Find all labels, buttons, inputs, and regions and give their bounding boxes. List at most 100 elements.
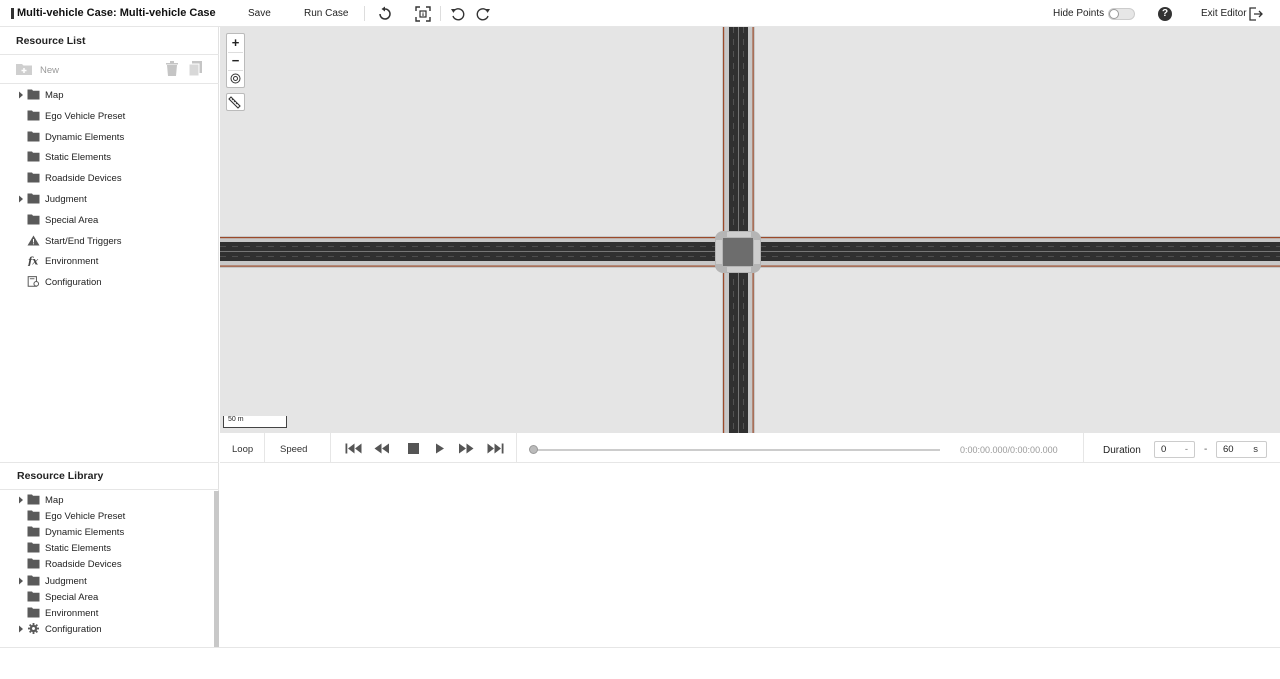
duration-end-input[interactable]: 60 s: [1216, 441, 1267, 458]
folder-icon: [27, 110, 40, 121]
save-button[interactable]: Save: [248, 8, 271, 19]
tree-item-special-area[interactable]: Special Area: [17, 212, 200, 230]
exit-editor-button[interactable]: Exit Editor: [1201, 8, 1247, 19]
copy-icon[interactable]: [189, 61, 202, 76]
reset-view-icon[interactable]: [376, 5, 394, 23]
tree-item-label: Roadside Devices: [45, 173, 122, 185]
tree-item-label: Configuration: [45, 277, 102, 289]
tree-item-label: Environment: [45, 607, 99, 619]
svg-text:fx: fx: [27, 257, 39, 267]
folder-icon: [27, 89, 40, 100]
left-panel: Resource List New Map Ego Vehicle Preset D…: [0, 27, 219, 647]
folder-icon: [27, 131, 40, 142]
case-title: Multi-vehicle Case: Multi-vehicle Case: [17, 7, 216, 19]
hide-points-toggle[interactable]: [1108, 8, 1135, 20]
divider: [330, 433, 331, 463]
divider: [0, 462, 219, 463]
timecode: 0:00:00.000/0:00:00.000: [960, 445, 1058, 455]
fast-forward-icon[interactable]: [458, 442, 475, 455]
tree-item-label: Judgment: [45, 194, 87, 205]
tree-item-ego-vehicle-preset[interactable]: Ego Vehicle Preset: [17, 108, 200, 126]
loop-button[interactable]: Loop: [232, 444, 253, 455]
tree-item-label: Ego Vehicle Preset: [45, 110, 126, 122]
folder-icon: [27, 526, 40, 537]
range-dash: -: [1204, 444, 1208, 455]
tree-item-dynamic-elements[interactable]: Dynamic Elements: [17, 129, 200, 147]
exit-icon[interactable]: [1247, 5, 1265, 23]
redo-icon[interactable]: [474, 5, 492, 23]
top-bar: Multi-vehicle Case: Multi-vehicle Case S…: [0, 0, 1280, 27]
tree-item-judgment[interactable]: Judgment: [17, 191, 200, 209]
divider: [0, 489, 219, 490]
road-network: [220, 27, 1280, 433]
map-scale-bar: 50 m: [223, 416, 287, 428]
measure-tool[interactable]: [226, 93, 245, 111]
tree-item-configuration[interactable]: Configuration: [17, 274, 200, 292]
tree-item-label: Static Elements: [45, 152, 111, 164]
rewind-icon[interactable]: [373, 442, 390, 455]
folder-icon: [27, 591, 40, 602]
start-stepper-dash[interactable]: -: [1185, 444, 1188, 455]
speed-button[interactable]: Speed: [280, 444, 307, 455]
delete-icon[interactable]: [166, 61, 178, 76]
tree-item-configuration[interactable]: Configuration: [17, 621, 200, 639]
folder-icon: [27, 172, 40, 183]
duration-start-input[interactable]: 0 -: [1154, 441, 1195, 458]
new-button[interactable]: New: [40, 65, 59, 76]
timeline-handle[interactable]: [529, 445, 538, 454]
tree-item-label: Map: [45, 495, 64, 506]
toolbar-divider: [364, 6, 365, 21]
folder-icon: [27, 494, 40, 505]
expand-arrow-icon[interactable]: [17, 90, 25, 100]
svg-text:8: 8: [422, 12, 425, 17]
run-case-button[interactable]: Run Case: [304, 8, 348, 19]
tree-item-label: Judgment: [45, 575, 87, 587]
tree-item-static-elements[interactable]: Static Elements: [17, 149, 200, 167]
tree-item-label: Special Area: [45, 214, 99, 226]
tree-item-roadside-devices[interactable]: Roadside Devices: [17, 170, 200, 188]
duration-label: Duration: [1103, 445, 1141, 456]
expand-arrow-icon[interactable]: [17, 624, 25, 634]
tree-item-label: Static Elements: [45, 543, 111, 555]
fit-view-icon[interactable]: 8: [414, 5, 432, 23]
library-scrollbar[interactable]: [214, 491, 219, 647]
warning-icon: [27, 235, 40, 246]
tree-item-label: Environment: [45, 256, 99, 268]
function-icon: fx: [27, 257, 39, 267]
expand-arrow-icon[interactable]: [17, 194, 25, 204]
play-icon[interactable]: [434, 442, 445, 455]
folder-icon: [27, 575, 40, 585]
ruler-icon: [228, 96, 241, 109]
map-canvas[interactable]: + − 50 m: [220, 27, 1280, 433]
zoom-in-button[interactable]: +: [227, 34, 244, 52]
tree-item-label: Ego Vehicle Preset: [45, 511, 126, 523]
tree-item-label: Configuration: [45, 623, 102, 635]
folder-icon: [27, 214, 40, 225]
divider: [228, 70, 243, 71]
expand-arrow-icon[interactable]: [17, 495, 25, 505]
expand-arrow-icon[interactable]: [17, 576, 25, 586]
locate-icon[interactable]: [230, 73, 241, 84]
divider: [0, 83, 219, 84]
stop-icon[interactable]: [407, 442, 420, 455]
tree-item-map[interactable]: Map: [17, 87, 200, 105]
divider: [1083, 433, 1084, 463]
tree-item-label: Map: [45, 90, 64, 101]
tree-item-label: Dynamic Elements: [45, 527, 125, 539]
duration-unit: s: [1253, 444, 1258, 455]
resource-library-title: Resource Library: [17, 470, 104, 482]
zoom-out-button[interactable]: −: [227, 52, 244, 70]
skip-end-icon[interactable]: [487, 442, 505, 455]
gear-icon: [28, 622, 39, 634]
tree-item-environment[interactable]: fx Environment: [17, 253, 200, 271]
new-folder-icon[interactable]: [15, 62, 33, 76]
undo-icon[interactable]: [449, 5, 467, 23]
tree-item-start-end-triggers[interactable]: Start/End Triggers: [17, 233, 200, 251]
timeline-track[interactable]: [533, 449, 940, 451]
footer-divider: [0, 647, 1280, 648]
help-icon[interactable]: ?: [1158, 7, 1172, 21]
folder-icon: [27, 151, 40, 162]
skip-start-icon[interactable]: [345, 442, 362, 455]
folder-icon: [27, 607, 40, 618]
scale-label: 50 m: [228, 416, 244, 423]
